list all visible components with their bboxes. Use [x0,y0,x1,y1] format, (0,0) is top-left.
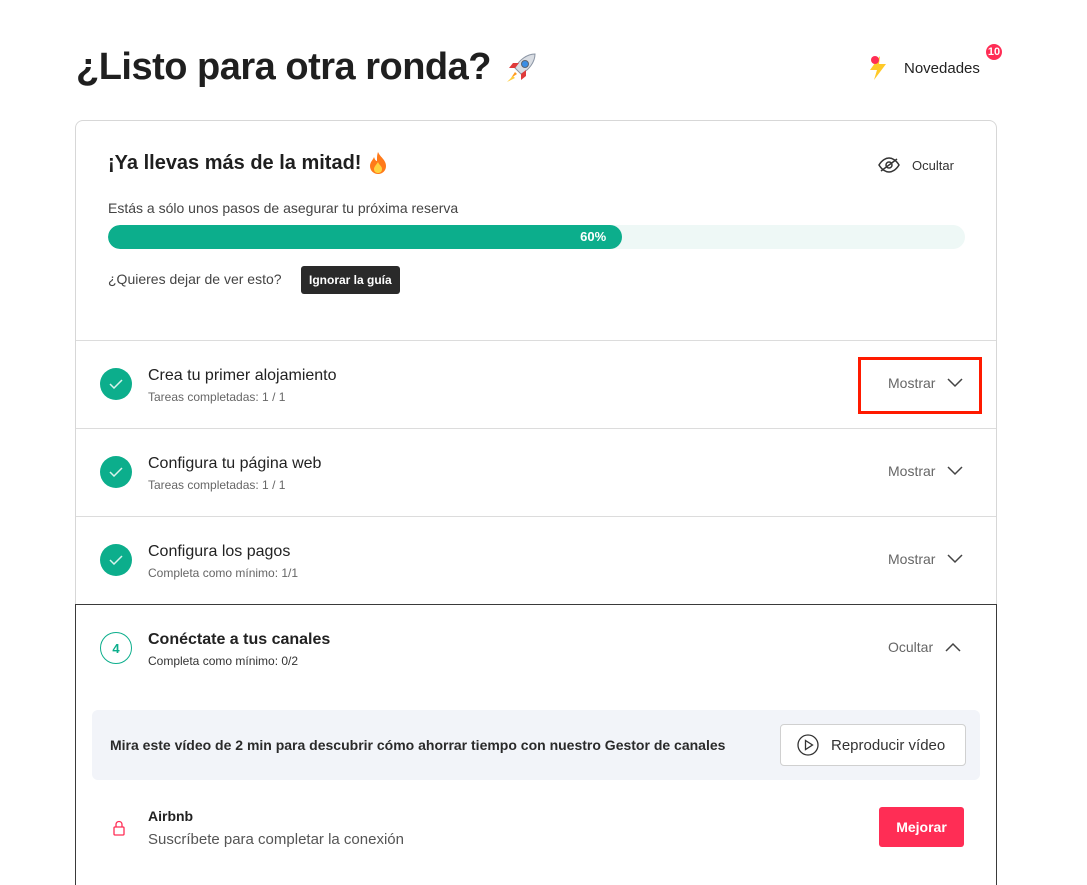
step-toggle-button[interactable]: Mostrar [888,463,963,479]
ignore-guide-button[interactable]: Ignorar la guía [301,266,400,294]
check-icon [100,544,132,576]
play-icon [797,734,819,756]
chevron-down-icon [947,554,963,564]
page-title-text: ¿Listo para otra ronda? [76,46,491,88]
guide-title: ¡Ya llevas más de la mitad! [108,151,389,175]
hide-guide-button[interactable]: Ocultar [878,157,954,173]
video-banner-text: Mira este vídeo de 2 min para descubrir … [110,737,726,753]
step-toggle-button[interactable]: Mostrar [888,551,963,567]
step-progress: Tareas completadas: 1 / 1 [148,390,286,404]
onboarding-page: ¿Listo para otra ronda? Novedades 10 ¡Ya… [0,0,1087,885]
upgrade-button[interactable]: Mejorar [879,807,964,847]
guide-subtitle: Estás a sólo unos pasos de asegurar tu p… [108,200,459,216]
step-progress: Tareas completadas: 1 / 1 [148,478,286,492]
step-toggle-label: Mostrar [888,375,936,391]
step-create-accommodation: Crea tu primer alojamiento Tareas comple… [76,341,996,429]
step-title: Configura los pagos [148,543,291,560]
rocket-icon [506,52,536,82]
chevron-down-icon [947,378,963,388]
step-configure-payments: Configura los pagos Completa como mínimo… [76,517,996,605]
channel-status: Suscríbete para completar la conexión [148,831,404,848]
step-progress: Completa como mínimo: 1/1 [148,566,299,580]
video-banner: Mira este vídeo de 2 min para descubrir … [92,710,980,780]
lock-icon [113,820,125,836]
progress-bar: 60% [108,225,965,249]
progress-label: 60% [580,229,607,244]
quit-guide-question: ¿Quieres dejar de ver esto? [108,271,282,287]
channel-name: Airbnb [148,808,194,824]
news-label: Novedades [904,59,980,77]
step-title: Configura tu página web [148,455,322,472]
news-count-badge: 10 [984,42,1004,62]
step-toggle-button[interactable]: Mostrar [888,375,963,391]
fire-icon [370,152,387,174]
guide-intro: ¡Ya llevas más de la mitad! Ocultar Está… [76,121,996,341]
news-button[interactable]: Novedades 10 [866,42,1004,82]
check-icon [100,456,132,488]
progress-fill: 60% [108,225,623,249]
step-toggle-label: Mostrar [888,551,936,567]
eye-slash-icon [878,157,900,173]
guide-title-text: ¡Ya llevas más de la mitad! [108,151,362,174]
step-title: Crea tu primer alojamiento [148,367,337,384]
step-toggle-label: Mostrar [888,463,936,479]
page-title: ¿Listo para otra ronda? [76,46,541,89]
chevron-down-icon [947,466,963,476]
hide-guide-label: Ocultar [912,157,954,173]
check-icon [100,368,132,400]
lightning-icon [870,56,886,80]
play-video-button[interactable]: Reproducir vídeo [780,724,966,766]
step-configure-website: Configura tu página web Tareas completad… [76,429,996,517]
play-video-label: Reproducir vídeo [831,736,946,754]
